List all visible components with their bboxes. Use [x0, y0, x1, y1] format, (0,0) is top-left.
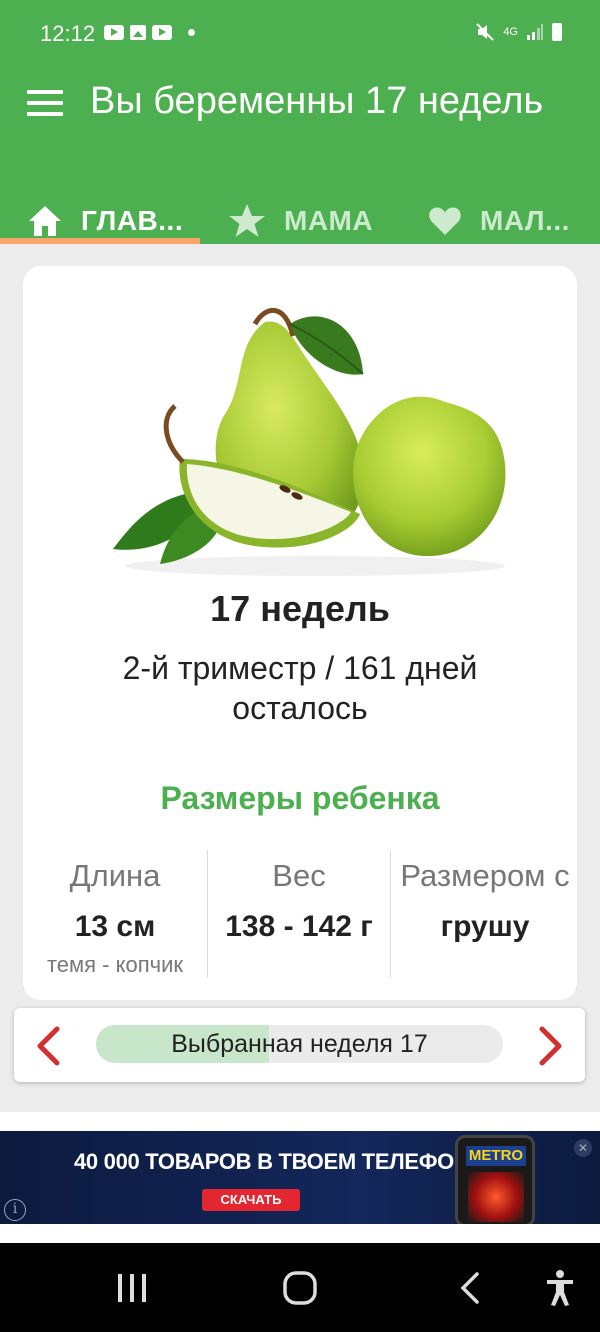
size-comparison-stat: Размером с грушу — [393, 850, 577, 978]
length-stat: Длина 13 см темя - копчик — [23, 850, 207, 978]
ad-banner[interactable]: 40 000 ТОВАРОВ В ТВОЕМ ТЕЛЕФОНЕ СКАЧАТЬ … — [0, 1131, 600, 1224]
weight-label: Вес — [272, 858, 326, 893]
app-bar: Вы беременны 17 недель ГЛАВ... МАМА МАЛ.… — [0, 48, 600, 244]
tab-home-label: ГЛАВ... — [81, 205, 184, 236]
week-selector: Выбранная неделя 17 — [14, 1008, 585, 1082]
divider — [0, 1112, 600, 1132]
tab-baby-label: МАЛ... — [480, 205, 570, 236]
youtube-notification-icon — [152, 25, 172, 40]
size-comparison-value: грушу — [440, 910, 530, 943]
hamburger-menu-icon[interactable] — [27, 90, 63, 116]
tab-mother-label: МАМА — [284, 205, 374, 236]
week-title: 17 недель — [210, 588, 390, 629]
ad-download-button[interactable]: СКАЧАТЬ — [202, 1189, 300, 1211]
selected-week-label: Выбранная неделя 17 — [171, 1030, 428, 1058]
selected-tab-indicator — [0, 238, 200, 244]
heart-icon — [428, 205, 462, 237]
chevron-left-icon — [37, 1026, 60, 1066]
recent-apps-button[interactable] — [112, 1265, 152, 1311]
bottom-spacer — [0, 1224, 600, 1243]
accessibility-button[interactable] — [540, 1265, 580, 1311]
accessibility-icon — [547, 1270, 573, 1306]
ad-phone-image: METRO — [455, 1135, 535, 1224]
status-time: 12:12 — [40, 21, 96, 46]
back-chevron-icon — [460, 1272, 479, 1304]
tab-mother[interactable]: МАМА — [228, 198, 373, 244]
notification-icons — [104, 25, 195, 40]
page-title: Вы беременны 17 недель — [90, 80, 544, 122]
length-measure-note: темя - копчик — [46, 952, 184, 977]
chevron-right-icon — [539, 1026, 562, 1066]
home-icon — [27, 204, 63, 238]
signal-icon — [527, 24, 543, 40]
week-progress-bar[interactable]: Выбранная неделя 17 — [96, 1025, 503, 1063]
back-button[interactable] — [450, 1265, 490, 1311]
ad-headline: 40 000 ТОВАРОВ В ТВОЕМ ТЕЛЕФОНЕ — [74, 1149, 484, 1174]
battery-icon — [552, 23, 562, 41]
system-navigation-bar — [0, 1243, 600, 1332]
weight-value: 138 - 142 г — [225, 910, 373, 943]
ad-brand-logo: METRO — [466, 1146, 526, 1166]
gallery-notification-icon — [130, 25, 146, 40]
length-value: 13 см — [74, 910, 156, 943]
weight-stat: Вес 138 - 142 г — [207, 850, 391, 978]
mute-icon — [476, 23, 495, 41]
home-circle-icon — [283, 1271, 317, 1305]
home-button[interactable] — [280, 1265, 320, 1311]
network-type-label: 4G — [503, 26, 518, 38]
star-icon — [228, 203, 266, 239]
pear-fruit-image — [113, 307, 506, 576]
ad-info-icon[interactable]: i — [4, 1199, 26, 1221]
youtube-notification-icon — [104, 25, 124, 40]
length-label: Длина — [69, 858, 161, 893]
ad-phone-screen — [468, 1172, 524, 1222]
ad-close-icon[interactable]: ✕ — [574, 1139, 592, 1157]
more-notifications-dot-icon — [188, 29, 195, 36]
status-bar: 12:12 4G — [0, 0, 600, 48]
tab-baby[interactable]: МАЛ... — [428, 198, 570, 244]
trimester-remaining-text: 2-й триместр / 161 дней осталось — [122, 650, 478, 726]
week-info-card: 17 недель 2-й триместр / 161 дней остало… — [23, 266, 577, 1000]
recent-apps-icon — [118, 1274, 146, 1302]
next-week-button[interactable] — [531, 1026, 571, 1066]
baby-sizes-heading: Размеры ребенка — [160, 780, 440, 816]
size-comparison-label: Размером с — [400, 858, 570, 893]
baby-size-stats: Длина 13 см темя - копчик Вес 138 - 142 … — [23, 850, 577, 978]
previous-week-button[interactable] — [28, 1026, 68, 1066]
system-icons: 4G — [475, 22, 562, 42]
